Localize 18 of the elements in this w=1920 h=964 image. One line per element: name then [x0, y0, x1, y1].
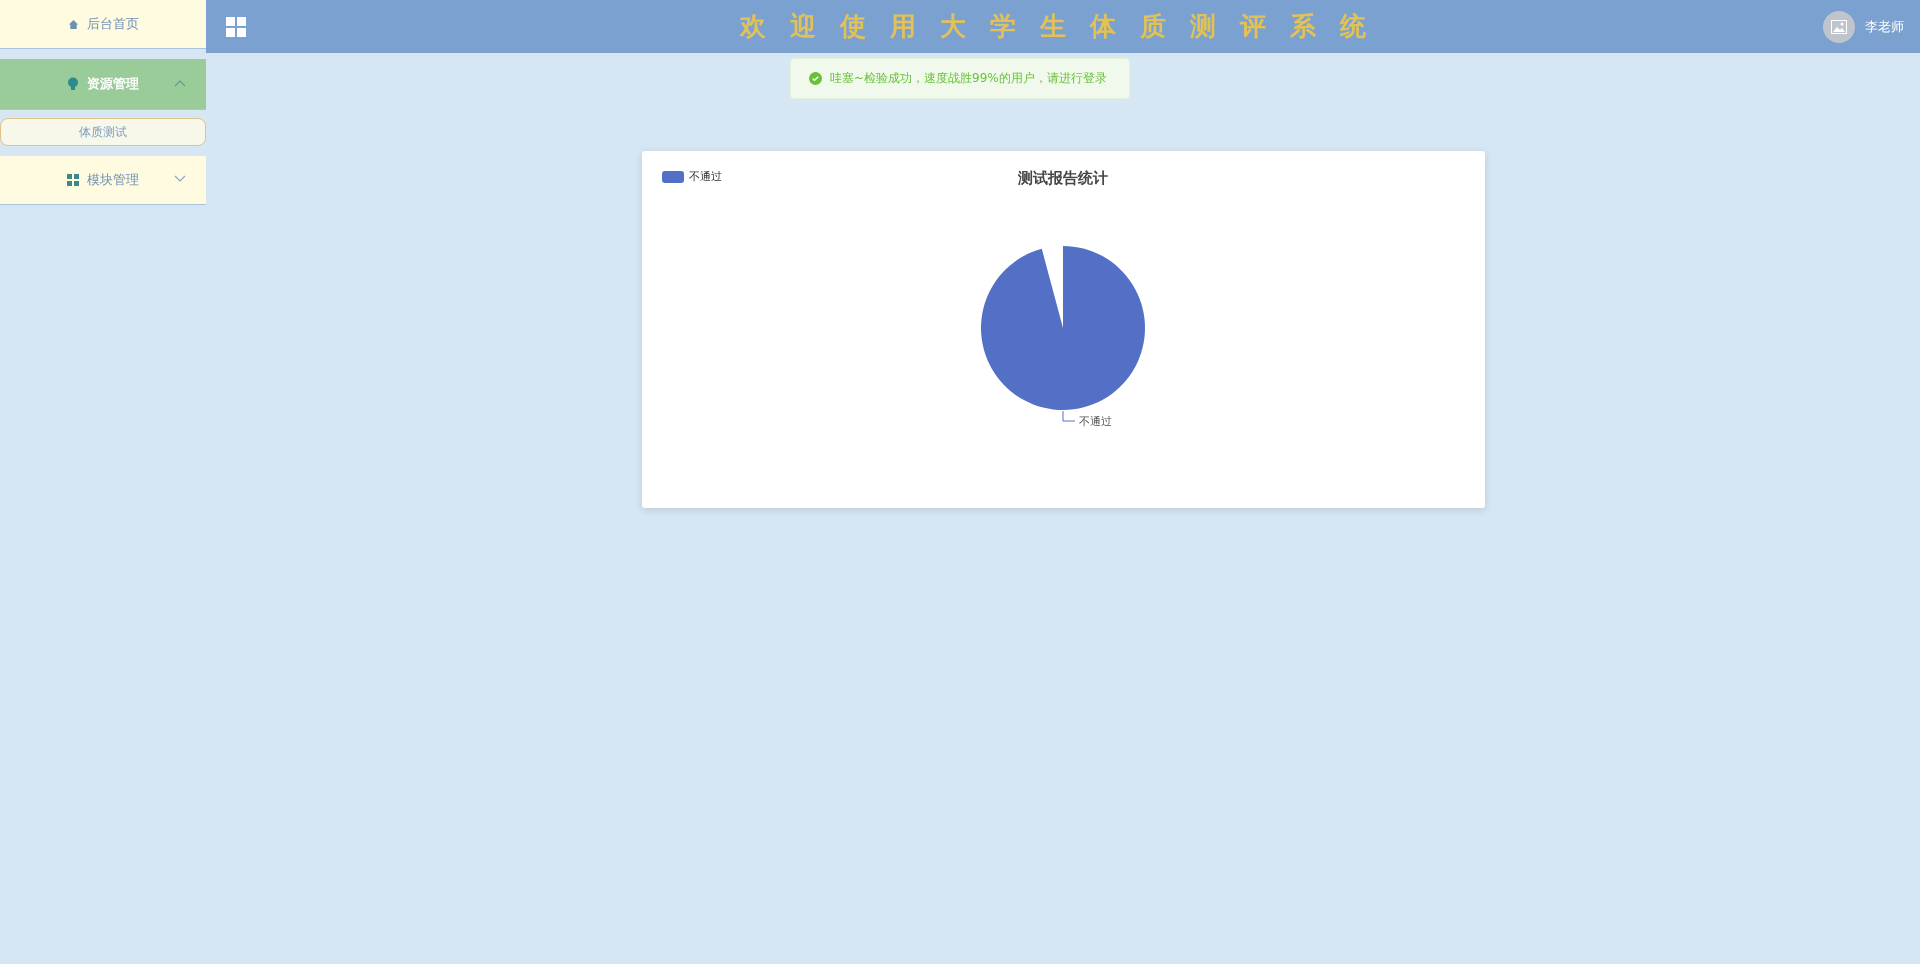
bulb-icon	[67, 77, 79, 91]
sidebar-menu-item[interactable]: 资源管理	[0, 59, 206, 110]
legend-swatch[interactable]	[661, 170, 684, 183]
chart-title: 测试报告统计	[1018, 169, 1108, 188]
grid-menu-icon[interactable]	[226, 16, 246, 37]
slice-label: 不通过	[1079, 414, 1112, 429]
user-name[interactable]: 李老师	[1865, 17, 1904, 36]
legend-label[interactable]: 不通过	[688, 169, 722, 184]
sidebar-menu-item[interactable]: 模块管理	[0, 156, 206, 205]
avatar-image-icon[interactable]	[1823, 10, 1855, 43]
toast-message: 哇塞~检验成功，速度战胜99%的用户，请进行登录	[830, 70, 1107, 87]
sidebar-menu-item[interactable]: 后台首页	[0, 0, 206, 49]
leader-line	[1062, 410, 1076, 422]
grid-icon	[67, 174, 79, 186]
check-circle-icon	[809, 72, 822, 85]
submenu-item[interactable]: 体质测试	[0, 118, 206, 146]
home-icon	[67, 18, 79, 30]
system-title: 欢迎使用大学生体质测评系统	[738, 10, 1391, 43]
